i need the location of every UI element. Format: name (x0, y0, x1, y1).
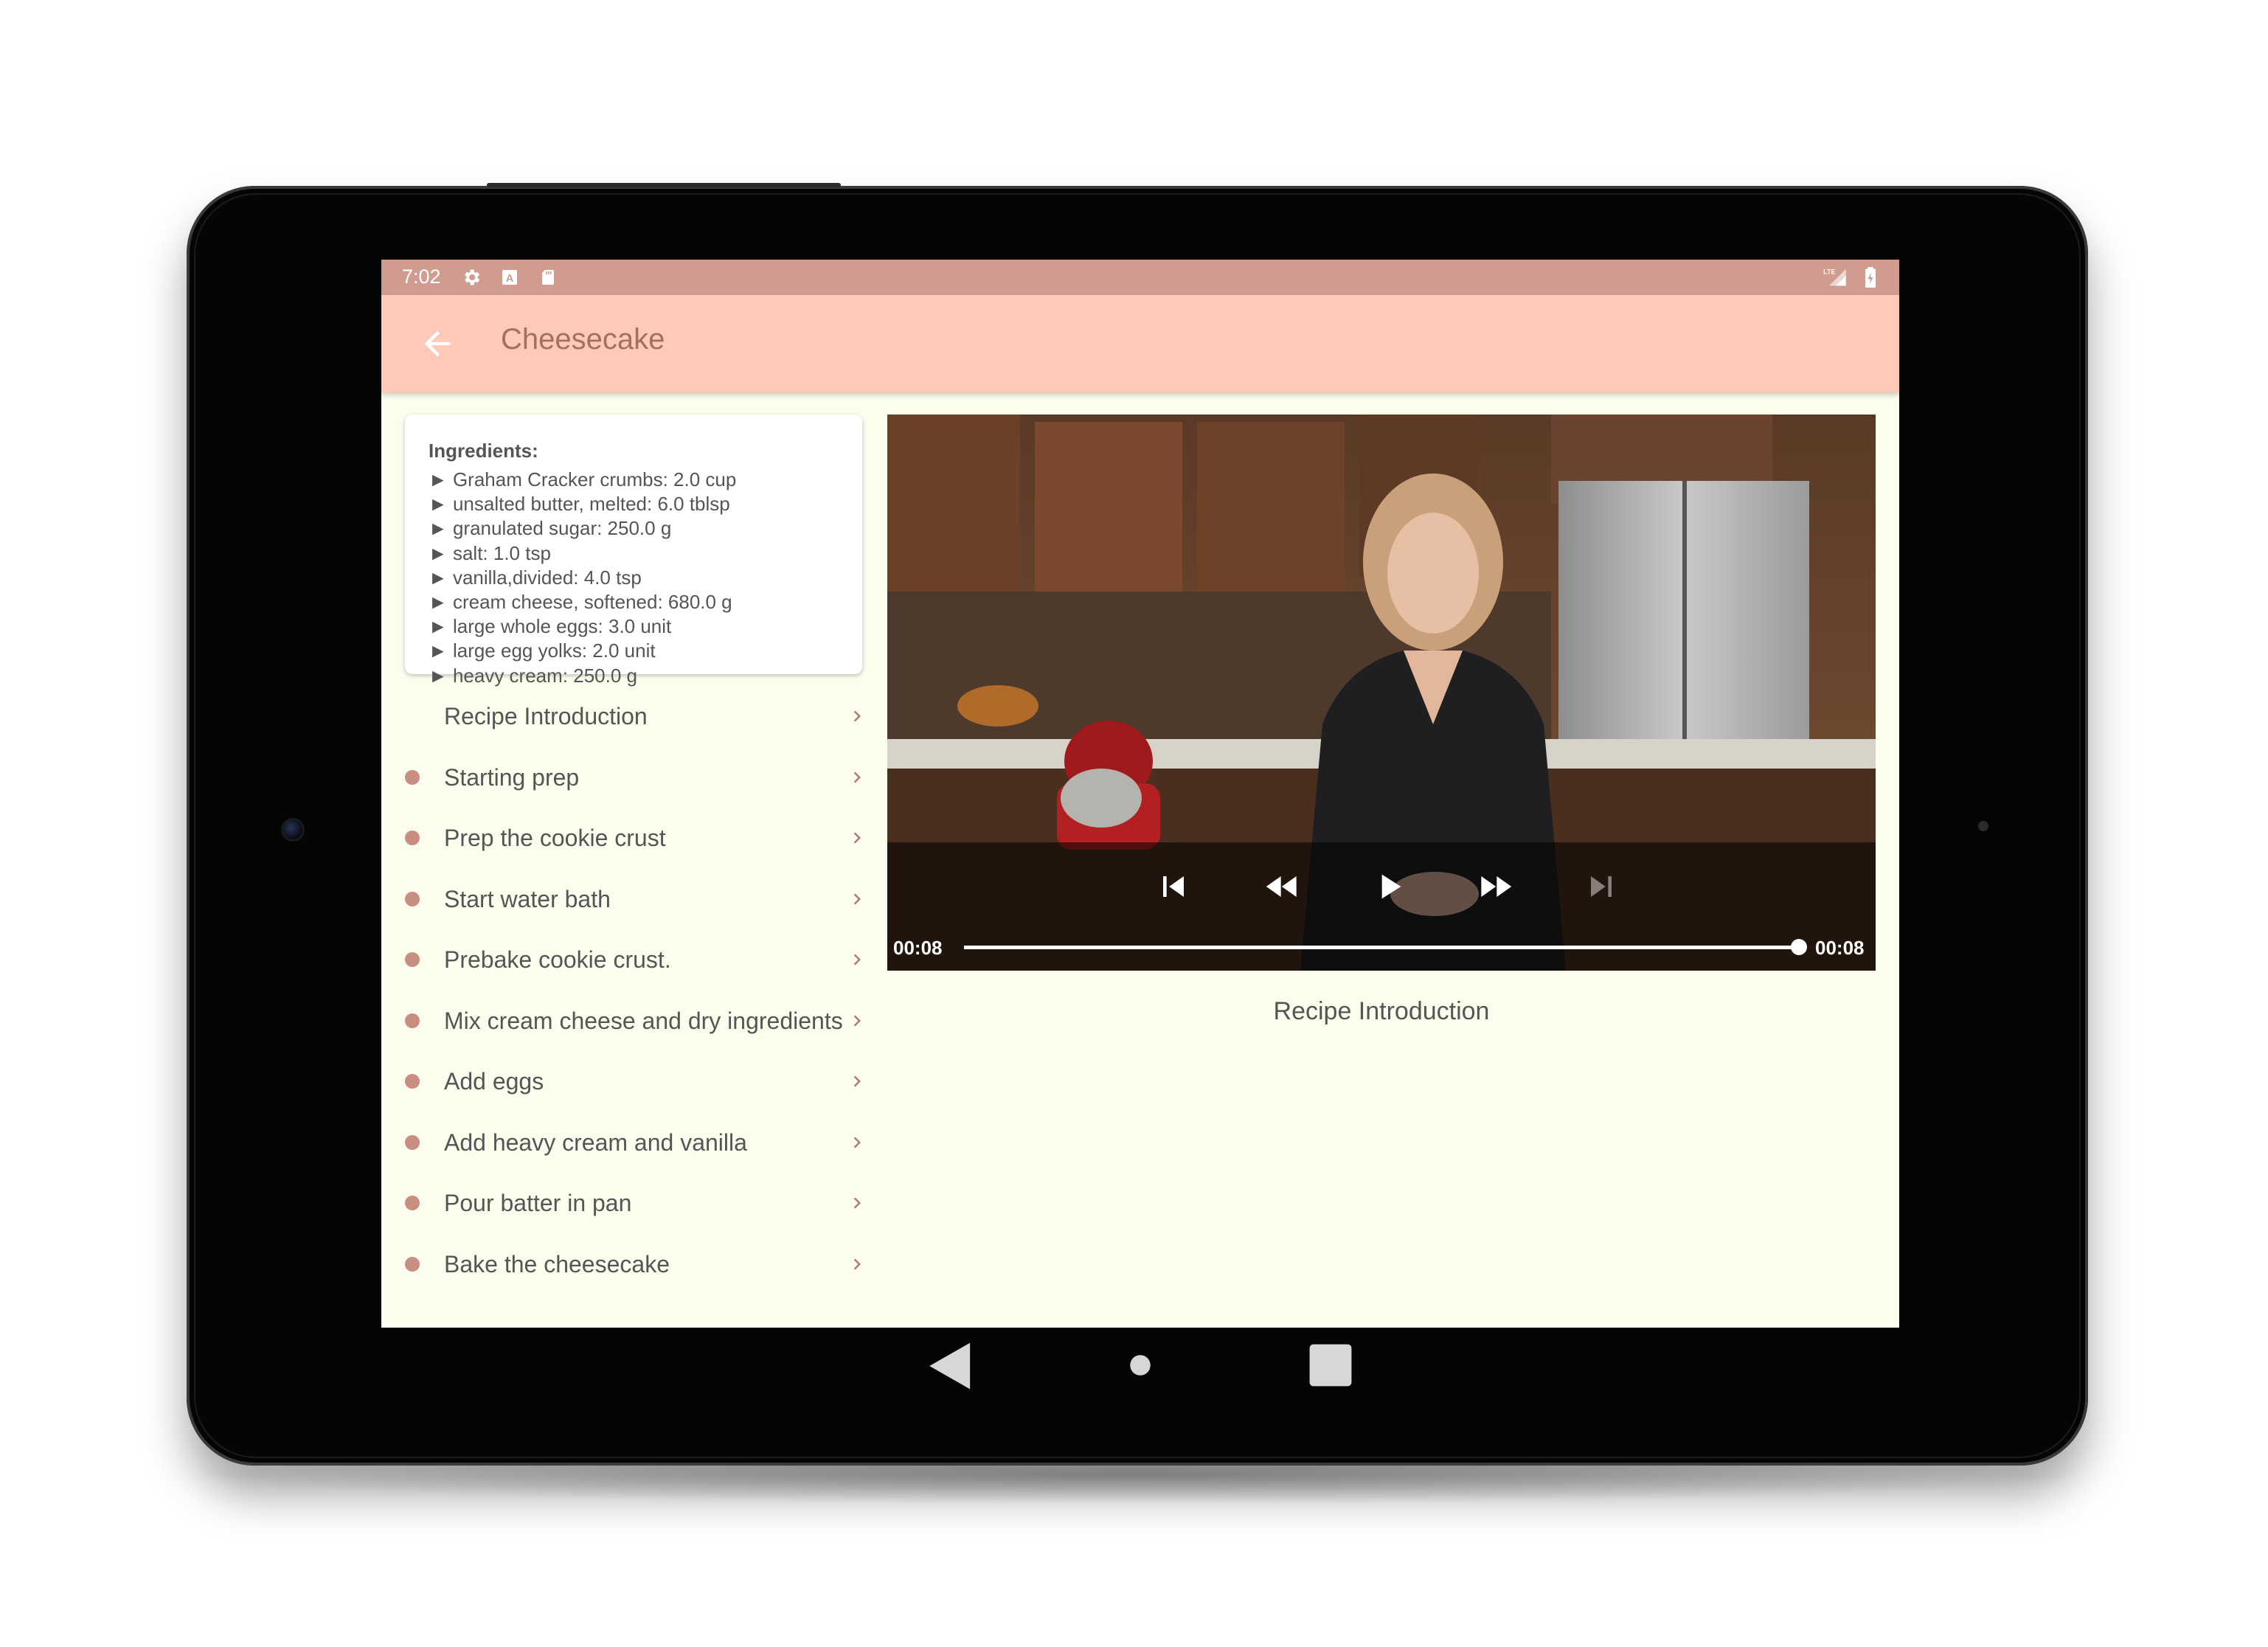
step-label: Bake the cheesecake (444, 1250, 670, 1277)
ingredient-item: ► large whole eggs: 3.0 unit (429, 615, 672, 638)
step-label: Add heavy cream and vanilla (444, 1128, 747, 1156)
step-label: Starting prep (444, 763, 580, 791)
play-icon[interactable] (1368, 866, 1409, 907)
step-item-mix-cream-cheese[interactable]: Mix cream cheese and dry ingredients (381, 991, 868, 1052)
step-item-add-heavy-cream[interactable]: Add heavy cream and vanilla (381, 1112, 868, 1173)
step-bullet (405, 1134, 420, 1150)
progress-bar[interactable] (964, 946, 1799, 949)
chevron-right-icon (853, 1075, 861, 1087)
step-description: Recipe Introduction (1273, 997, 1490, 1025)
ingredient-item: ► heavy cream: 250.0 g (429, 664, 637, 687)
step-label: Add eggs (444, 1068, 544, 1095)
skip-next-icon[interactable] (1581, 866, 1622, 907)
sd-card-icon (542, 270, 554, 285)
status-time: 7:02 (402, 266, 441, 288)
chevron-right-icon (853, 954, 861, 965)
chevron-right-icon (853, 1015, 861, 1026)
steps-list: Recipe Introduction Starting prep Prep t… (381, 686, 868, 1294)
skip-previous-icon[interactable] (1153, 866, 1194, 907)
step-bullet (405, 1074, 420, 1089)
progress-thumb[interactable] (1791, 939, 1807, 955)
step-label: Prebake cookie crust. (444, 946, 671, 973)
ingredient-item: ► salt: 1.0 tsp (429, 541, 551, 564)
ingredient-item: ► unsalted butter, melted: 6.0 tblsp (429, 493, 730, 516)
ingredient-item: ► granulated sugar: 250.0 g (429, 517, 672, 540)
a-box-icon: A (502, 270, 517, 285)
lte-signal-icon: LTE (1823, 268, 1846, 286)
svg-text:LTE: LTE (1823, 268, 1835, 275)
fast-forward-icon[interactable] (1474, 866, 1516, 907)
step-bullet (405, 831, 420, 845)
rewind-icon[interactable] (1262, 866, 1303, 907)
back-triangle-icon[interactable] (927, 1341, 974, 1391)
gear-icon (465, 269, 480, 285)
chevron-right-icon (853, 832, 861, 844)
step-item-prebake-cookie-crust[interactable]: Prebake cookie crust. (381, 929, 868, 991)
step-item-prep-cookie-crust[interactable]: Prep the cookie crust (381, 808, 868, 869)
step-item-add-eggs[interactable]: Add eggs (381, 1051, 868, 1112)
chevron-right-icon (853, 1197, 861, 1209)
recents-square-icon[interactable] (1308, 1342, 1353, 1388)
step-item-starting-prep[interactable]: Starting prep (381, 747, 868, 808)
chevron-right-icon (853, 772, 861, 783)
app-screen: 7:02 A LTE Cheesecake Ingredients: ► Gra… (381, 260, 1899, 1328)
front-camera (283, 820, 302, 839)
arrow-left-icon[interactable] (418, 325, 457, 363)
svg-text:A: A (506, 272, 514, 285)
chevron-right-icon (853, 1258, 861, 1269)
chevron-right-icon (853, 1137, 861, 1148)
status-bar: 7:02 A LTE (381, 260, 1899, 295)
step-bullet (405, 769, 420, 785)
step-bullet (405, 952, 420, 967)
step-label: Start water bath (444, 885, 611, 912)
step-bullet (405, 1256, 420, 1272)
video-player[interactable]: 00:08 00:08 (887, 415, 1876, 971)
step-bullet (405, 1013, 420, 1028)
current-time: 00:08 (893, 937, 943, 959)
step-label: Mix cream cheese and dry ingredients (444, 1007, 843, 1034)
step-label: Recipe Introduction (444, 703, 648, 729)
power-button (487, 183, 841, 187)
step-label: Pour batter in pan (444, 1190, 632, 1216)
ingredient-item: ► vanilla,divided: 4.0 tsp (429, 566, 642, 589)
step-bullet (405, 1196, 420, 1210)
ingredients-card: Ingredients: ► Graham Cracker crumbs: 2.… (405, 415, 862, 687)
ingredient-item: ► Graham Cracker crumbs: 2.0 cup (429, 468, 737, 490)
step-item-recipe-introduction[interactable]: Recipe Introduction (381, 686, 868, 747)
step-item-start-water-bath[interactable]: Start water bath (381, 869, 868, 930)
step-item-pour-batter[interactable]: Pour batter in pan (381, 1173, 868, 1234)
home-circle-icon[interactable] (1129, 1354, 1151, 1376)
ingredients-title: Ingredients: (429, 440, 538, 462)
chevron-right-icon (853, 893, 861, 904)
ingredient-item: ► cream cheese, softened: 680.0 g (429, 590, 732, 613)
duration: 00:08 (1815, 937, 1865, 959)
system-nav-bar (381, 1328, 1899, 1401)
page-title: Cheesecake (501, 323, 665, 356)
battery-charging-icon (1865, 267, 1876, 288)
light-sensor (1978, 821, 1988, 831)
ingredient-item: ► large egg yolks: 2.0 unit (429, 639, 656, 662)
ingredients-list: ► Graham Cracker crumbs: 2.0 cup ► unsal… (429, 468, 736, 688)
step-bullet (405, 891, 420, 906)
app-bar: Cheesecake (381, 295, 1899, 392)
chevron-right-icon (853, 710, 861, 722)
step-item-bake-cheesecake[interactable]: Bake the cheesecake (381, 1234, 868, 1295)
step-label: Prep the cookie crust (444, 825, 666, 851)
